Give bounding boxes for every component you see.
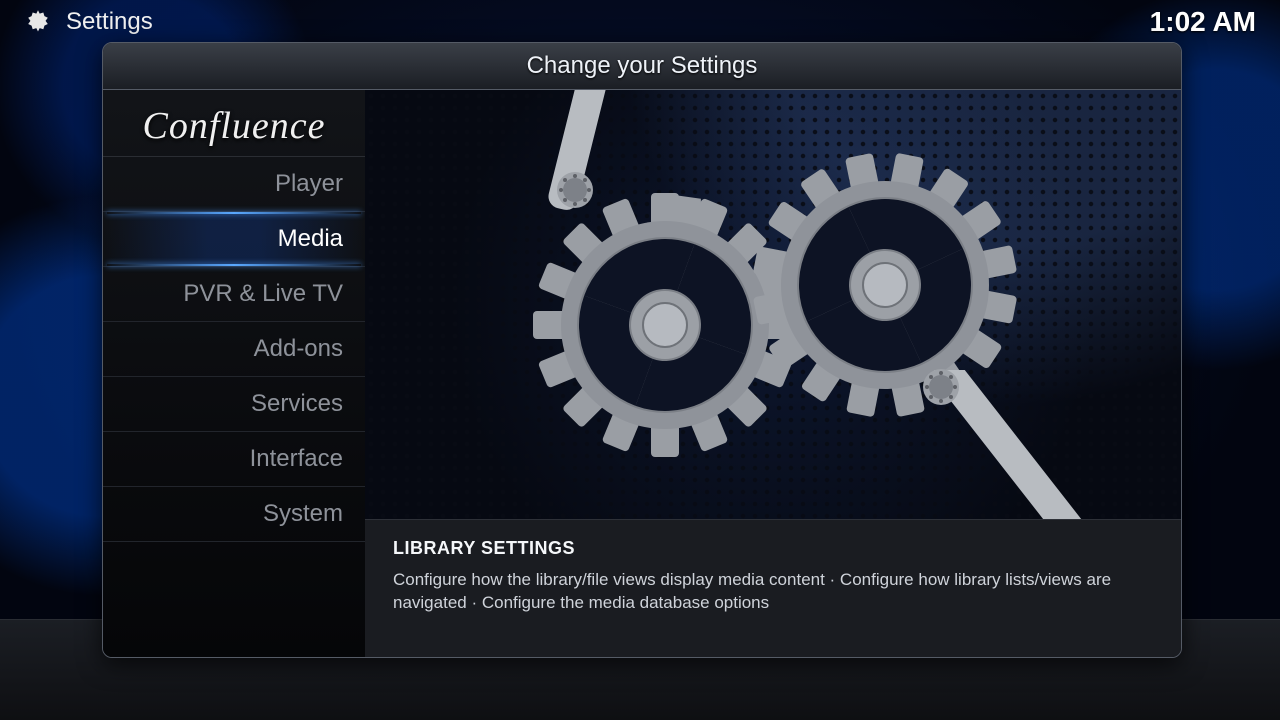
nav-item-services[interactable]: Services	[103, 377, 365, 432]
top-bar: Settings 1:02 AM	[0, 0, 1280, 44]
gear-icon	[24, 8, 52, 36]
nav-label: Add-ons	[254, 335, 343, 363]
nav-item-player[interactable]: Player	[103, 157, 365, 212]
nav-item-system[interactable]: System	[103, 487, 365, 542]
top-left: Settings	[24, 8, 153, 36]
content-pane: LIBRARY SETTINGS Configure how the libra…	[365, 90, 1181, 658]
nav-label: System	[263, 500, 343, 528]
preview-pane	[365, 90, 1181, 519]
description-panel: LIBRARY SETTINGS Configure how the libra…	[365, 519, 1181, 658]
clock: 1:02 AM	[1150, 6, 1256, 38]
nav-label: Interface	[250, 445, 343, 473]
description-body: Configure how the library/file views dis…	[393, 569, 1153, 615]
window-body: Confluence Player Media PVR & Live TV Ad…	[103, 90, 1181, 658]
nav-label: Player	[275, 170, 343, 198]
description-heading: LIBRARY SETTINGS	[393, 538, 1153, 559]
gears-illustration	[365, 90, 1181, 519]
nav-item-interface[interactable]: Interface	[103, 432, 365, 487]
skin-logo: Confluence	[103, 90, 365, 157]
sidebar: Confluence Player Media PVR & Live TV Ad…	[103, 90, 365, 658]
page-title: Settings	[66, 8, 153, 36]
nav-item-media[interactable]: Media	[103, 212, 365, 267]
window-title: Change your Settings	[103, 43, 1181, 90]
nav-label: Media	[278, 225, 343, 253]
settings-window: Change your Settings Confluence Player M…	[102, 42, 1182, 658]
nav-item-addons[interactable]: Add-ons	[103, 322, 365, 377]
nav-label: PVR & Live TV	[183, 280, 343, 308]
nav-label: Services	[251, 390, 343, 418]
settings-nav: Player Media PVR & Live TV Add-ons Servi…	[103, 157, 365, 542]
nav-item-pvr[interactable]: PVR & Live TV	[103, 267, 365, 322]
